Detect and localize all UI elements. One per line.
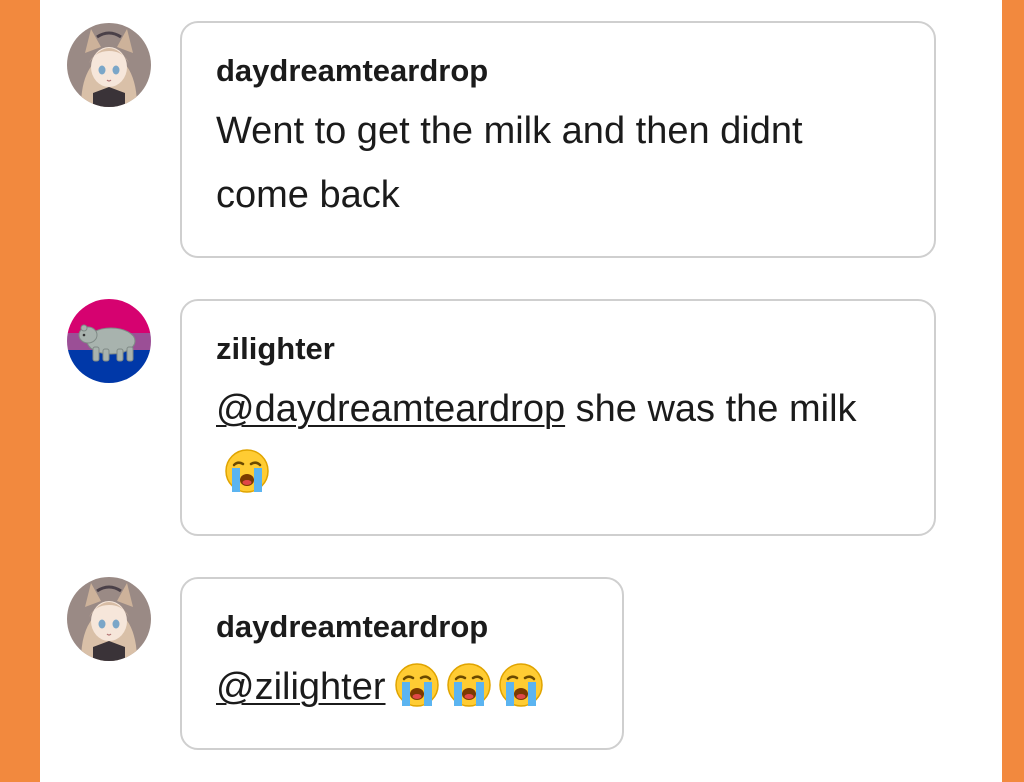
comment-text: @zilighter (216, 655, 588, 719)
replies-panel: daydreamteardrop Went to get the milk an… (40, 0, 1002, 782)
avatar[interactable] (67, 577, 151, 661)
loudly-crying-face-icon (225, 449, 269, 493)
avatar[interactable] (67, 23, 151, 107)
loudly-crying-face-icon (498, 663, 543, 707)
avatar[interactable] (67, 299, 151, 383)
bi-flag-bear-avatar-icon (67, 299, 151, 383)
comment-body: she was the milk (565, 388, 857, 430)
mention-link[interactable]: @zilighter (216, 666, 386, 708)
anime-girl-avatar-icon (67, 23, 151, 107)
username[interactable]: daydreamteardrop (216, 53, 900, 89)
anime-girl-avatar-icon (67, 577, 151, 661)
comment-bubble: daydreamteardrop @zilighter (180, 577, 624, 750)
comment-bubble: zilighter @daydreamteardrop she was the … (180, 299, 936, 536)
comment-bubble: daydreamteardrop Went to get the milk an… (180, 21, 936, 258)
loudly-crying-face-icon (394, 663, 439, 707)
comment-text: @daydreamteardrop she was the milk (216, 377, 900, 505)
loudly-crying-face-icon (446, 663, 491, 707)
username[interactable]: daydreamteardrop (216, 609, 588, 645)
mention-link[interactable]: @daydreamteardrop (216, 388, 565, 430)
comment-text: Went to get the milk and then didnt come… (216, 110, 803, 216)
username[interactable]: zilighter (216, 331, 900, 367)
